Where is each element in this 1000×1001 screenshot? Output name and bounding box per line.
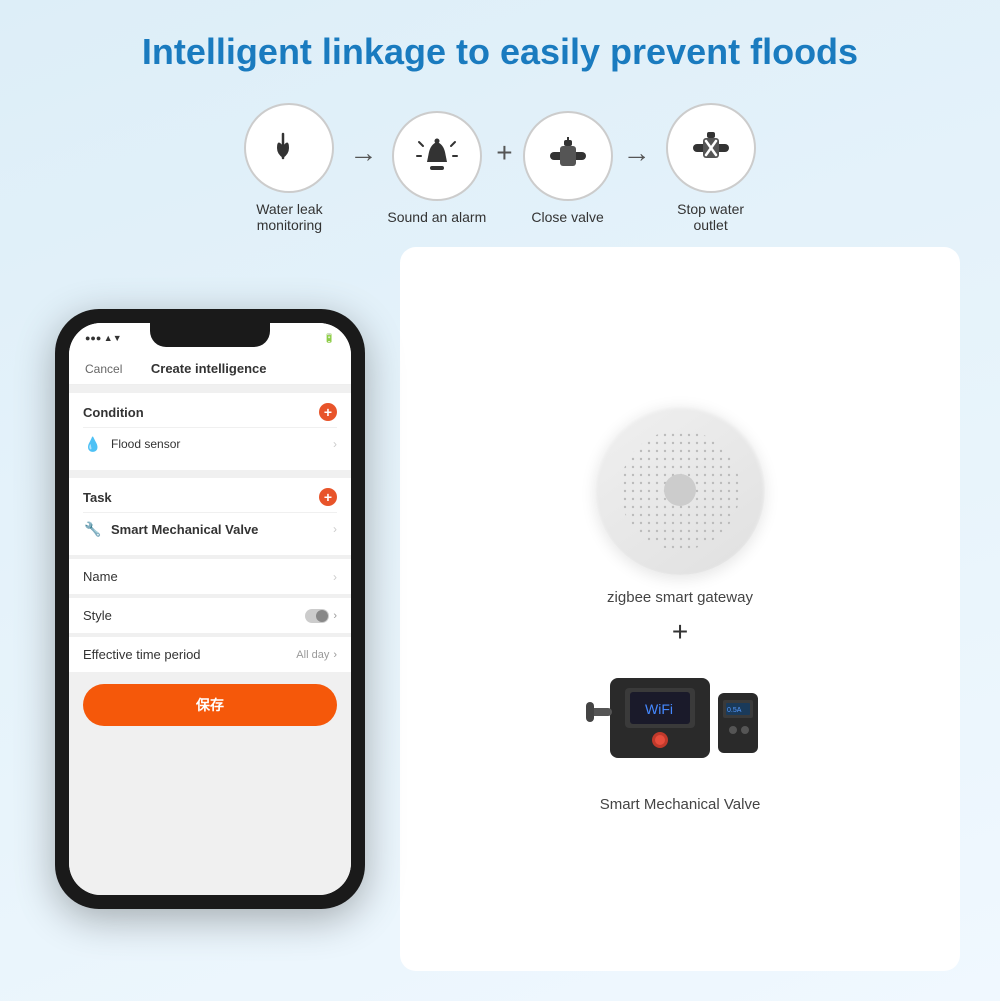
- flood-sensor-left: 💧 Flood sensor: [83, 434, 180, 454]
- style-label: Style: [83, 608, 112, 623]
- cancel-label[interactable]: Cancel: [85, 362, 122, 376]
- style-chevron: ›: [333, 610, 337, 622]
- time-row[interactable]: Effective time period All day ›: [69, 637, 351, 672]
- flood-sensor-label: Flood sensor: [111, 437, 180, 451]
- arrow-2: →: [623, 137, 651, 169]
- time-label: Effective time period: [83, 647, 201, 662]
- flow-diagram: Water leak monitoring → Sound an alarm: [239, 103, 760, 233]
- time-chevron: ›: [333, 649, 337, 661]
- gateway-image: [595, 405, 765, 575]
- plus-divider: +: [672, 616, 688, 648]
- task-title: Task: [83, 490, 112, 505]
- battery-icon: 🔋: [324, 333, 335, 344]
- plus-sign: +: [496, 137, 512, 169]
- water-leak-label: Water leak monitoring: [239, 201, 339, 233]
- alarm-icon: [411, 130, 463, 182]
- name-chevron: ›: [333, 570, 337, 584]
- condition-add-btn[interactable]: +: [319, 403, 337, 421]
- alarm-label: Sound an alarm: [387, 209, 486, 225]
- stop-water-label: Stop water outlet: [661, 201, 761, 233]
- time-value: All day: [296, 649, 329, 661]
- name-row[interactable]: Name ›: [69, 559, 351, 594]
- task-section: Task + 🔧 Smart Mechanical Valve: [69, 478, 351, 555]
- flow-item-water-leak: Water leak monitoring: [239, 103, 339, 233]
- valve-image: WiFi 0.5A: [580, 658, 780, 778]
- flow-item-stop-water: Stop water outlet: [661, 103, 761, 233]
- flow-item-alarm: Sound an alarm: [387, 111, 486, 225]
- phone-nav: Cancel Create intelligence: [69, 353, 351, 385]
- style-toggle[interactable]: [305, 609, 329, 623]
- water-leak-icon: [265, 124, 313, 172]
- svg-text:0.5A: 0.5A: [727, 707, 742, 714]
- condition-title: Condition: [83, 405, 144, 420]
- stop-water-circle: [666, 103, 756, 193]
- flood-sensor-row[interactable]: 💧 Flood sensor ›: [83, 427, 337, 460]
- main-title: Intelligent linkage to easily prevent fl…: [142, 30, 858, 73]
- signal-icon: ●●● ▲▼: [85, 333, 122, 343]
- task-add-btn[interactable]: +: [319, 488, 337, 506]
- phone-content: Condition + 💧 Flood sensor ›: [69, 385, 351, 895]
- phone-mockup: ●●● ▲▼ 1:11 🔋 Cancel Create intelligence: [55, 309, 365, 909]
- phone-wrapper: ●●● ▲▼ 1:11 🔋 Cancel Create intelligence: [40, 247, 380, 971]
- style-row[interactable]: Style ›: [69, 598, 351, 633]
- confirm-button[interactable]: 保存: [83, 684, 337, 726]
- valve-label: Smart Mechanical Valve: [600, 796, 761, 813]
- gateway-label: zigbee smart gateway: [607, 589, 753, 606]
- condition-header: Condition +: [83, 403, 337, 421]
- bottom-row: ●●● ▲▼ 1:11 🔋 Cancel Create intelligence: [40, 247, 960, 971]
- phone-screen: ●●● ▲▼ 1:11 🔋 Cancel Create intelligence: [69, 323, 351, 895]
- name-label: Name: [83, 569, 118, 584]
- toggle-dot: [316, 610, 328, 622]
- gateway-circle: [595, 405, 765, 575]
- valve-task-left: 🔧 Smart Mechanical Valve: [83, 519, 258, 539]
- time-right: All day ›: [296, 649, 337, 661]
- svg-text:WiFi: WiFi: [645, 701, 673, 717]
- water-leak-circle: [244, 103, 334, 193]
- page: Intelligent linkage to easily prevent fl…: [0, 0, 1000, 1001]
- close-valve-circle: [523, 111, 613, 201]
- flood-sensor-icon: 💧: [83, 434, 103, 454]
- right-panel: zigbee smart gateway + WiFi: [400, 247, 960, 971]
- close-valve-icon: [542, 130, 594, 182]
- stop-water-icon: [685, 122, 737, 174]
- valve-task-label: Smart Mechanical Valve: [111, 522, 258, 537]
- condition-section: Condition + 💧 Flood sensor ›: [69, 393, 351, 470]
- nav-title: Create intelligence: [151, 361, 267, 376]
- phone-notch: [150, 323, 270, 347]
- valve-device-svg: WiFi 0.5A: [580, 658, 780, 778]
- valve-task-chevron: ›: [333, 522, 337, 536]
- style-right: ›: [305, 609, 337, 623]
- task-header: Task +: [83, 488, 337, 506]
- valve-task-row[interactable]: 🔧 Smart Mechanical Valve ›: [83, 512, 337, 545]
- gateway-dots-pattern: [605, 415, 755, 565]
- alarm-circle: [392, 111, 482, 201]
- flood-sensor-chevron: ›: [333, 437, 337, 451]
- close-valve-label: Close valve: [531, 209, 603, 225]
- flow-item-close-valve: Close valve: [523, 111, 613, 225]
- arrow-1: →: [349, 137, 377, 169]
- valve-icon: 🔧: [83, 519, 103, 539]
